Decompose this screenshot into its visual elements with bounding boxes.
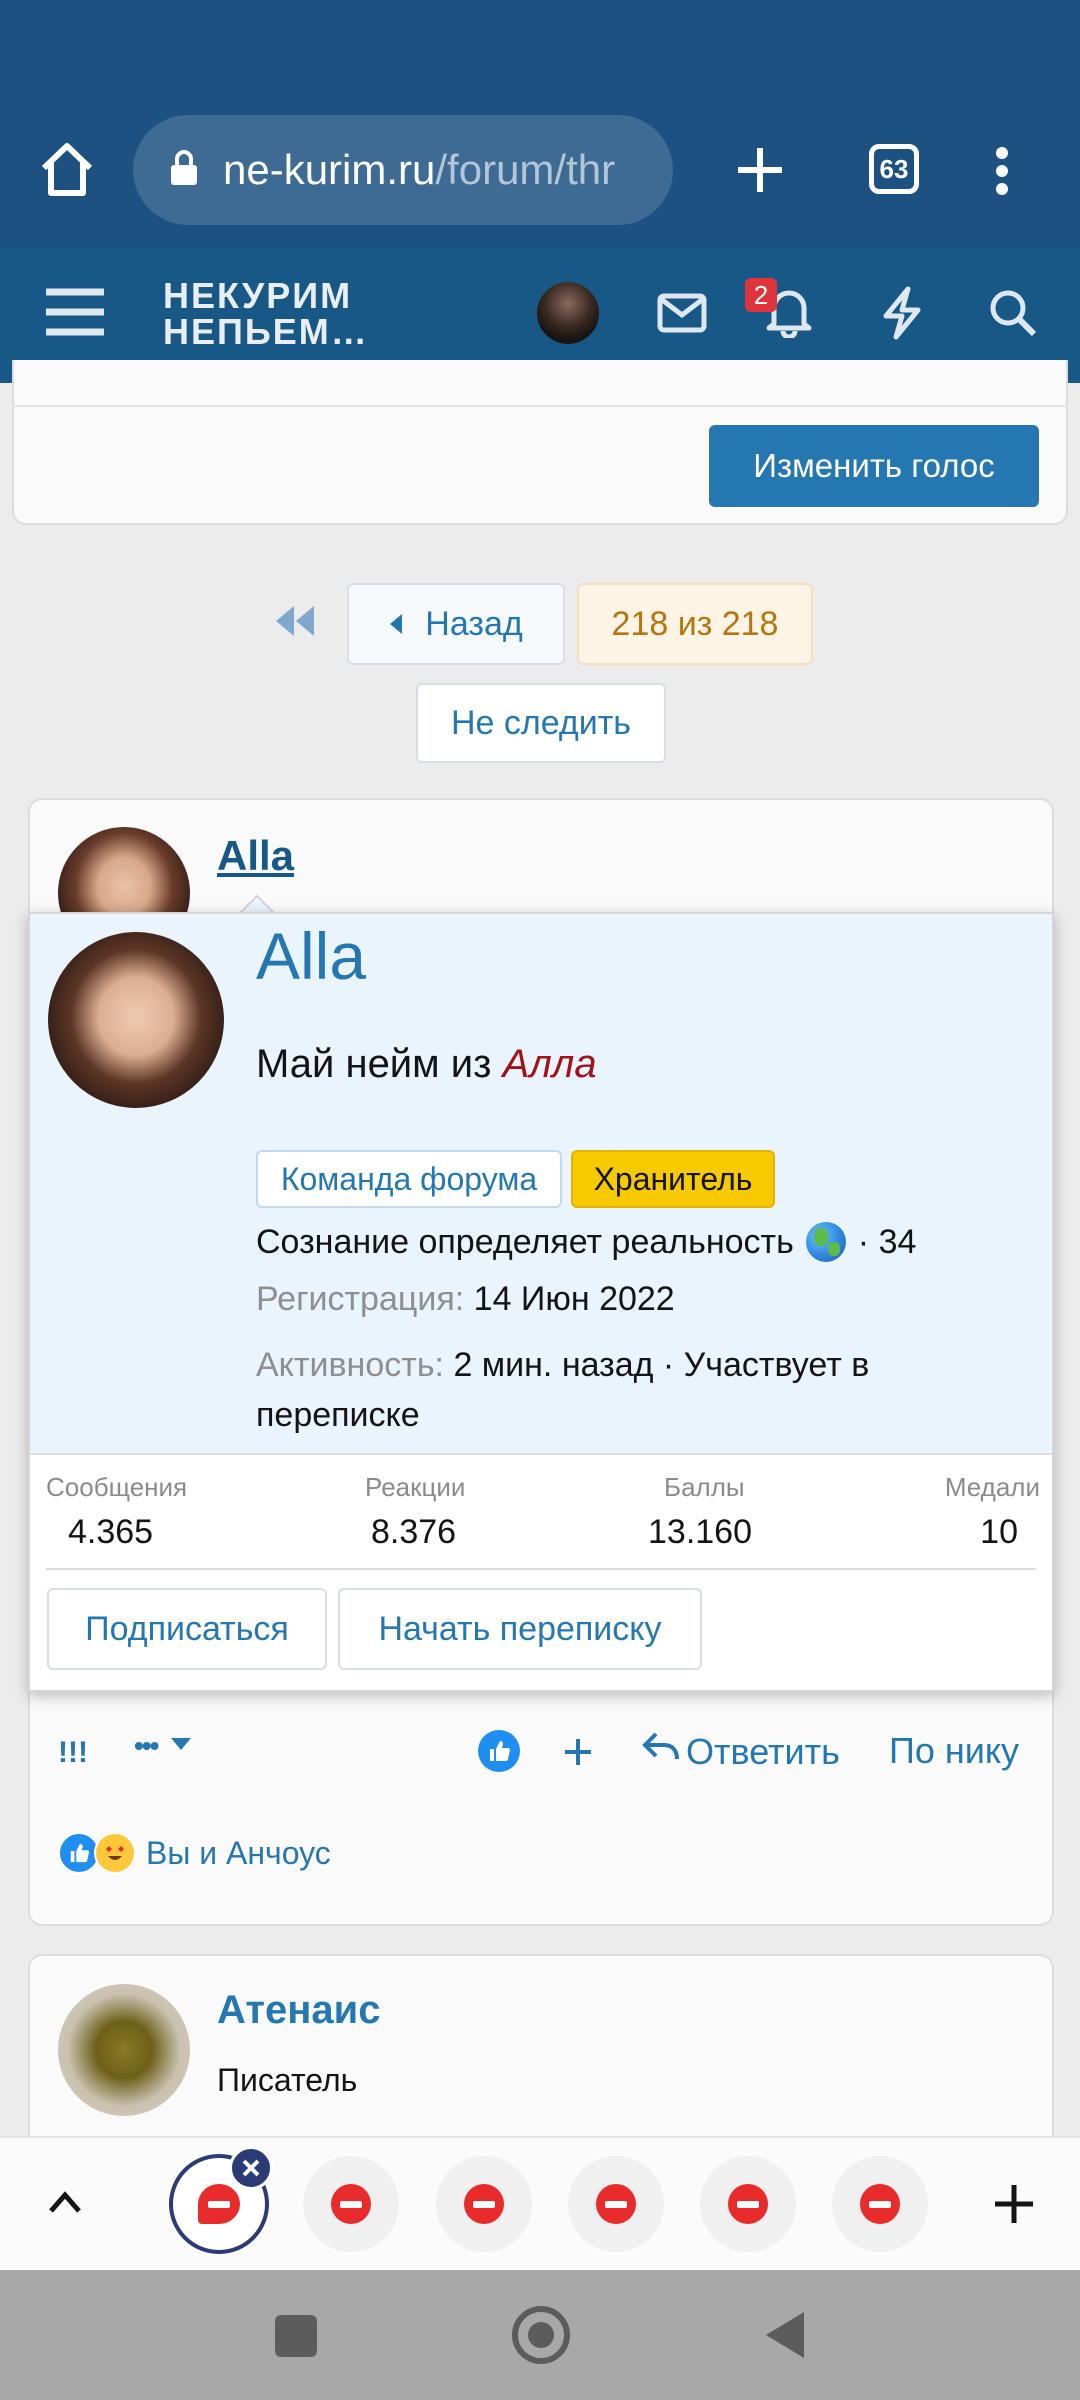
mail-icon[interactable] [657,293,707,333]
lightning-icon[interactable] [880,286,924,340]
chevron-down-icon [169,1736,193,1757]
home-icon[interactable] [36,138,98,200]
reply-button[interactable]: Ответить [642,1730,840,1773]
kebab-menu-icon[interactable] [995,146,1009,196]
stat-messages: Сообщения 4.365 [46,1472,226,1552]
recents-icon[interactable] [275,2315,317,2357]
stat-label: Реакции [365,1472,466,1502]
status-text: Сознание определяет реальность [256,1222,794,1261]
reactions-text: Вы и Анчоус [146,1834,331,1871]
stat-points: Баллы 13.160 [648,1472,808,1552]
post-author-name[interactable]: Alla [217,832,294,880]
logo-line-2: НЕПЬЕМ… [163,311,369,352]
by-nick-label: По нику [889,1730,1020,1771]
member-status: Сознание определяет реальность · 34 [256,1222,916,1262]
member-title-italic: Алла [502,1042,597,1086]
tab-item[interactable] [436,2156,532,2252]
alerts-count-badge: 2 [745,278,777,312]
collapse-chevron-up-icon[interactable] [48,2190,82,2214]
by-nick-button[interactable]: По нику [889,1730,1019,1772]
more-actions-label: ••• [134,1730,159,1761]
new-tab-plus-icon[interactable] [735,145,785,195]
status-count: · 34 [857,1222,917,1261]
status-bar [0,0,1080,100]
forum-logo[interactable]: НЕКУРИМ НЕПЬЕМ… [163,278,369,350]
back-button[interactable]: Назад [347,583,565,665]
tab-favicon-icon [860,2184,900,2224]
stat-label: Баллы [664,1472,745,1502]
love-reaction-icon [94,1832,136,1874]
tab-item[interactable] [700,2156,796,2252]
avatar[interactable] [537,282,599,344]
more-actions-button[interactable]: ••• [134,1730,193,1762]
post-author-title: Писатель [217,2062,358,2098]
search-icon[interactable] [988,288,1038,338]
follow-button[interactable]: Подписаться [47,1588,327,1670]
like-icon[interactable] [478,1730,520,1772]
tab-item[interactable] [303,2156,399,2252]
globe-icon [805,1222,846,1262]
unwatch-button[interactable]: Не следить [416,683,666,763]
stat-reactions: Реакции 8.376 [365,1472,525,1552]
member-avatar[interactable] [48,932,224,1108]
first-page-icon[interactable] [274,604,316,638]
activity-value-2: переписке [256,1396,420,1434]
stat-label: Сообщения [46,1472,188,1502]
stat-value: 4.365 [68,1513,154,1551]
tab-item[interactable] [568,2156,664,2252]
new-tab-plus-icon[interactable] [993,2183,1035,2225]
reg-value: 14 Июн 2022 [473,1280,675,1318]
post-author-name[interactable]: Атенаис [217,1988,380,2033]
url-host: ne-kurim.ru [223,146,436,193]
page-status: 218 из 218 [577,583,813,665]
reg-label: Регистрация: [256,1280,465,1318]
exclaim-action[interactable]: !!! [58,1736,88,1770]
lock-icon [169,149,199,192]
back-nav-icon[interactable] [762,2310,806,2360]
tab-item[interactable] [832,2156,928,2252]
member-title-prefix: Май нейм из [256,1042,503,1086]
activity-row: Активность: 2 мин. назад · Участвует в п… [256,1340,1016,1440]
stats-divider-bottom [46,1568,1036,1570]
member-name[interactable]: Alla [256,918,366,994]
caret-left-icon [389,605,403,644]
activity-value: 2 мин. назад · Участвует в [453,1346,870,1384]
tab-favicon-icon [728,2184,768,2224]
start-conversation-button[interactable]: Начать переписку [338,1588,702,1670]
tabs-count-button[interactable]: 63 [869,144,919,194]
member-user-title: Май нейм из Алла [256,1042,597,1087]
reply-icon [642,1730,680,1773]
tab-favicon-icon [464,2184,504,2224]
poll-divider [12,405,1068,407]
stat-value: 10 [980,1513,1018,1551]
reactions-summary[interactable]: Вы и Анчоус [58,1832,331,1874]
team-badge: Команда форума [256,1150,562,1208]
url-path: /forum/thr [435,146,616,193]
home-nav-icon[interactable] [512,2306,570,2364]
activity-label: Активность: [256,1346,444,1384]
address-bar[interactable]: ne-kurim.ru/forum/thr [133,115,673,225]
stat-label: Медали [944,1472,1040,1502]
back-label: Назад [425,604,523,643]
stats-divider-top [30,1453,1052,1455]
add-reaction-icon[interactable] [563,1737,593,1767]
tab-favicon-icon [198,2184,240,2224]
close-tab-icon[interactable] [229,2146,273,2190]
post-author-avatar[interactable] [58,1984,190,2116]
stat-value: 8.376 [371,1513,457,1551]
reply-label: Ответить [686,1730,840,1772]
registration-row: Регистрация: 14 Июн 2022 [256,1280,675,1319]
change-vote-button[interactable]: Изменить голос [709,425,1039,507]
tab-favicon-icon [596,2184,636,2224]
tab-favicon-icon [331,2184,371,2224]
menu-icon[interactable] [44,286,106,338]
role-badge: Хранитель [571,1150,775,1208]
stat-value: 13.160 [648,1513,752,1551]
logo-line-1: НЕКУРИМ [163,275,353,316]
stat-medals: Медали 10 [930,1472,1040,1552]
